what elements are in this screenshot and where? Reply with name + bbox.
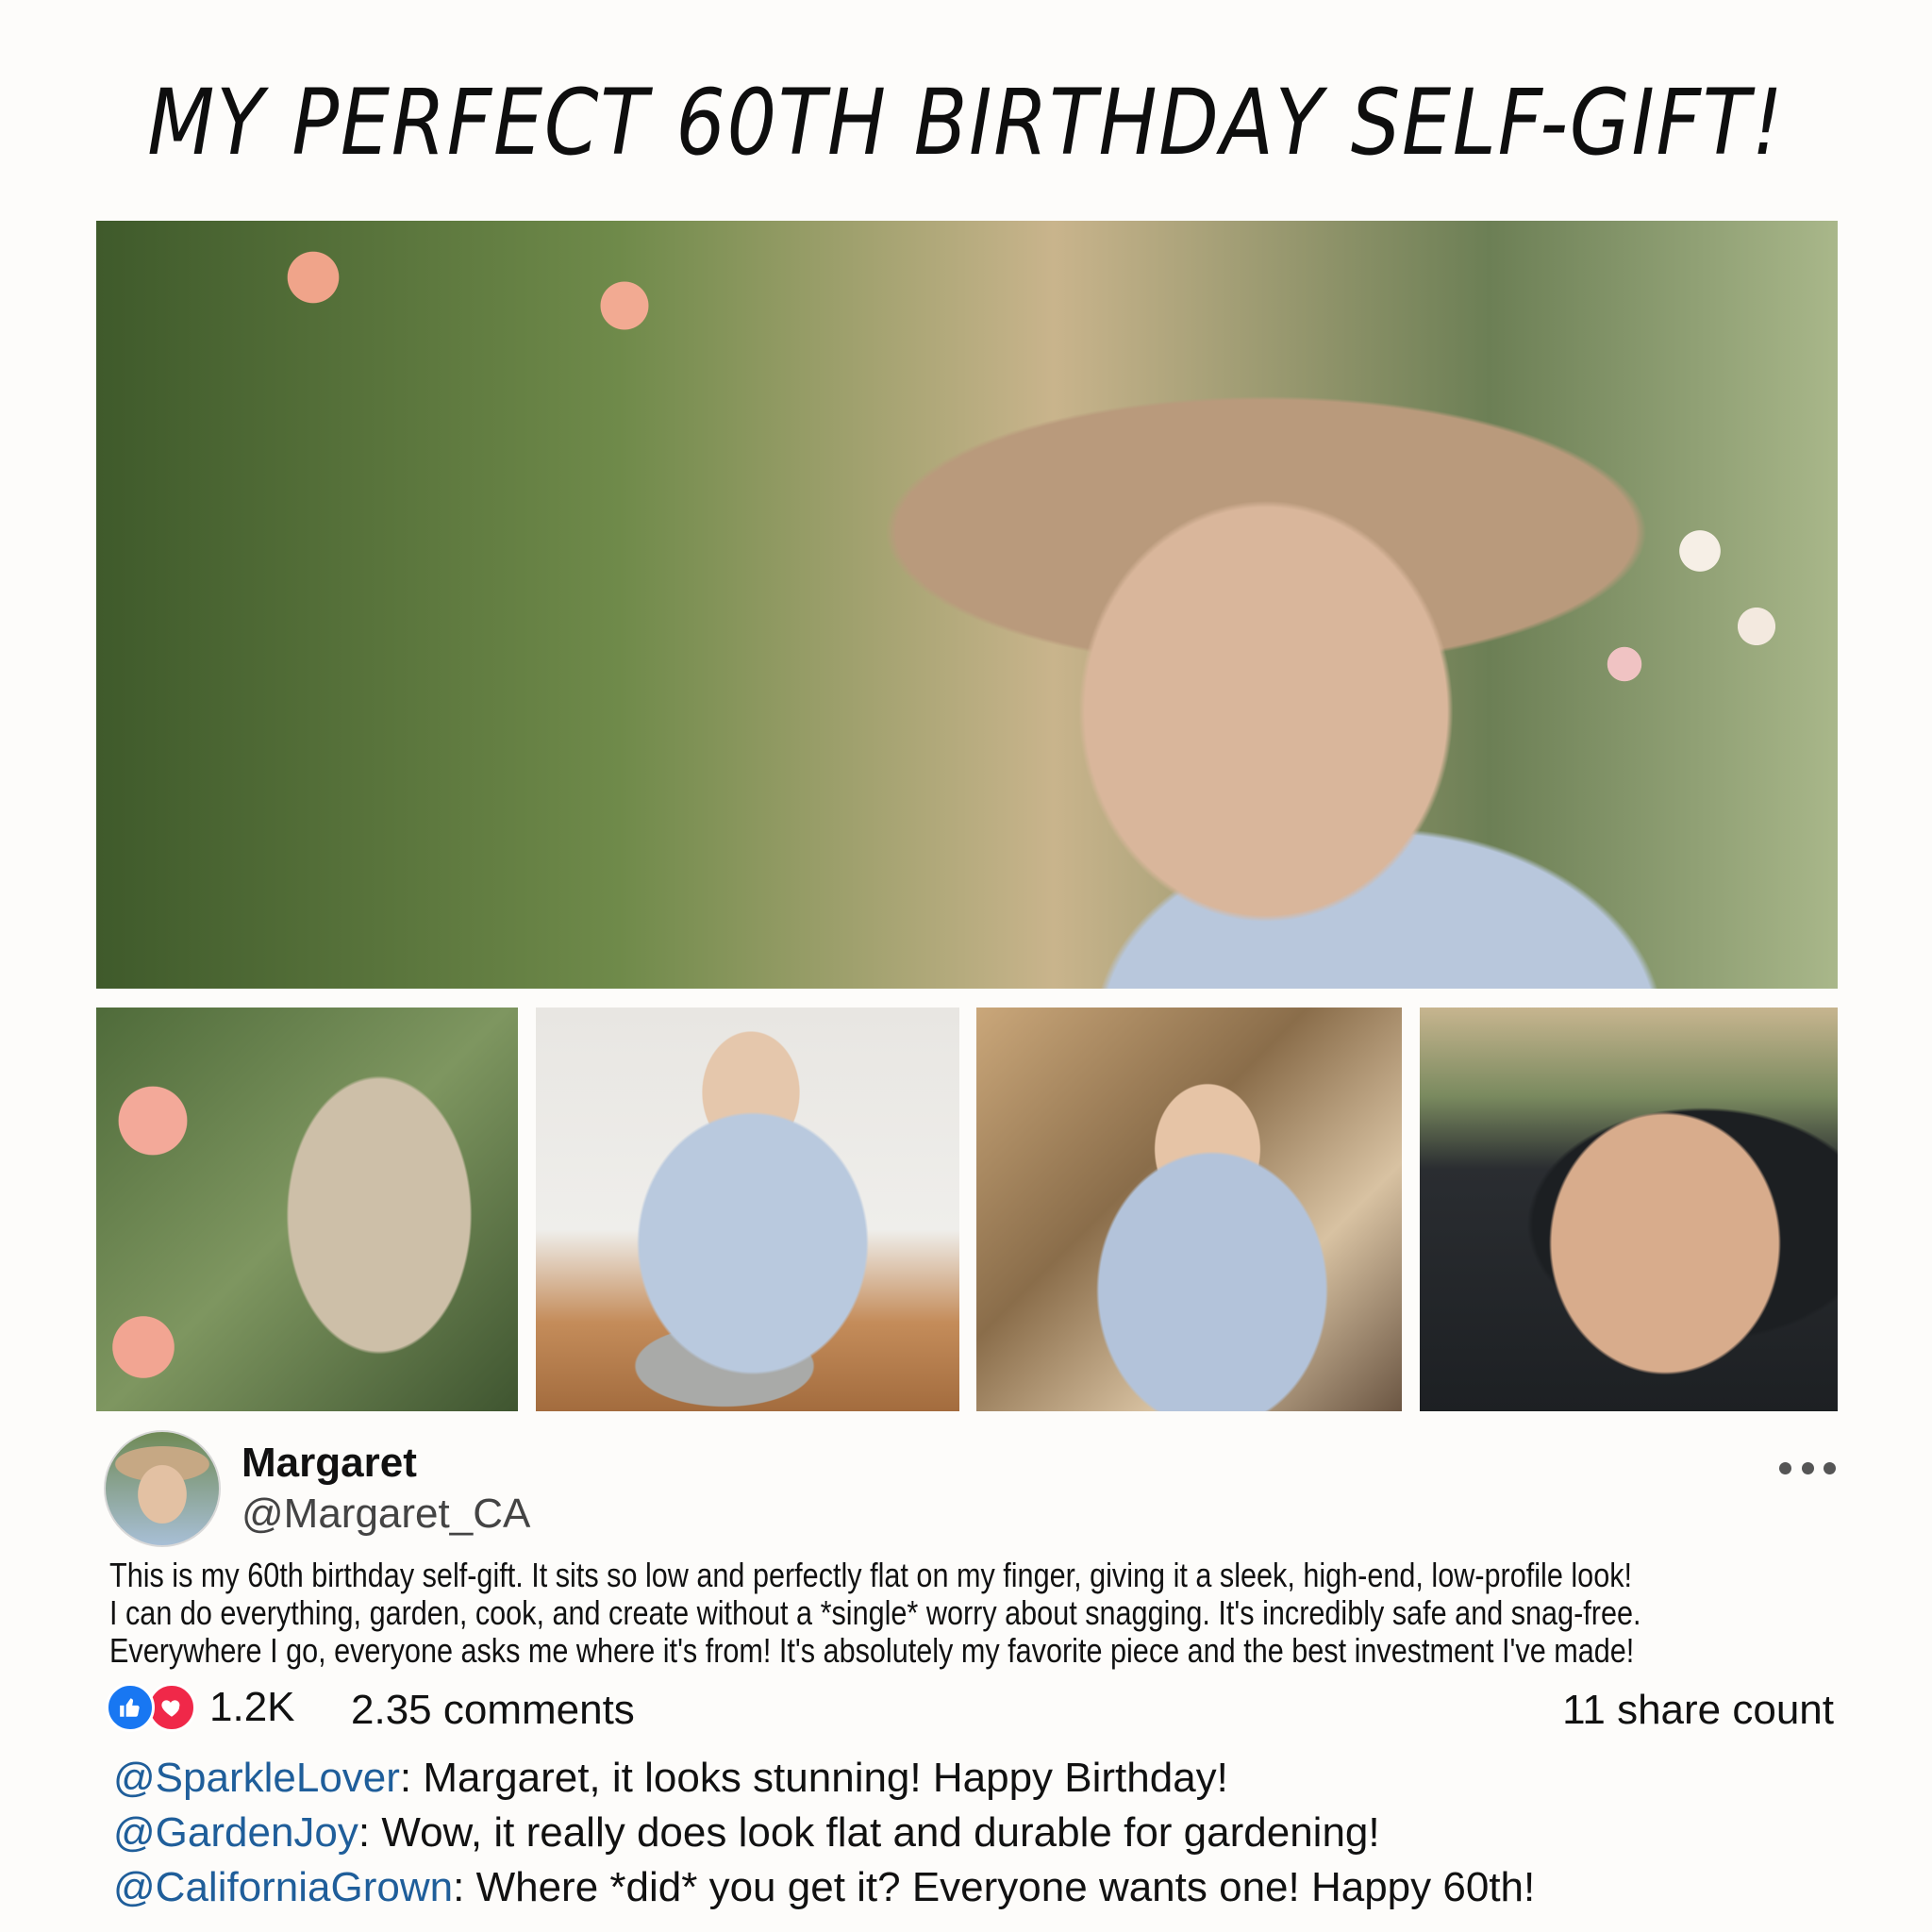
comment-handle[interactable]: @SparkleLover	[113, 1755, 400, 1801]
thumb-photo-gardening-gloves[interactable]	[96, 1008, 518, 1411]
caption-line: Everywhere I go, everyone asks me where …	[109, 1631, 1635, 1670]
caption-line: This is my 60th birthday self-gift. It s…	[109, 1556, 1633, 1594]
comment: @CaliforniaGrown: Where *did* you get it…	[113, 1860, 1535, 1915]
comments-count[interactable]: 2.35 comments	[351, 1687, 635, 1734]
thumb-photo-cafe[interactable]	[976, 1008, 1402, 1411]
likes-count: 1.2K	[209, 1684, 295, 1730]
comment-text: : Where *did* you get it? Everyone wants…	[453, 1864, 1536, 1910]
thumb-photo-cooking[interactable]	[536, 1008, 959, 1411]
thumbs-up-icon[interactable]	[106, 1683, 155, 1732]
author-handle[interactable]: @Margaret_CA	[242, 1491, 530, 1538]
comment: @SparkleLover: Margaret, it looks stunni…	[113, 1751, 1535, 1806]
comment-handle[interactable]: @CaliforniaGrown	[113, 1864, 453, 1910]
comment-handle[interactable]: @GardenJoy	[113, 1809, 358, 1856]
comments-list: @SparkleLover: Margaret, it looks stunni…	[113, 1751, 1535, 1915]
comment-text: : Margaret, it looks stunning! Happy Bir…	[399, 1755, 1228, 1801]
comment: @GardenJoy: Wow, it really does look fla…	[113, 1806, 1535, 1860]
shares-count[interactable]: 11 share count	[1562, 1687, 1834, 1734]
thumb-photo-driving[interactable]	[1420, 1008, 1838, 1411]
caption-line: I can do everything, garden, cook, and c…	[109, 1593, 1641, 1632]
more-options-icon[interactable]	[1779, 1449, 1836, 1487]
reaction-summary[interactable]: 1.2K	[106, 1681, 295, 1734]
hero-photo-gardening-selfie[interactable]	[96, 221, 1838, 989]
author-name[interactable]: Margaret	[242, 1440, 417, 1487]
avatar[interactable]	[104, 1430, 221, 1547]
post-caption: This is my 60th birthday self-gift. It s…	[109, 1556, 1641, 1670]
comment-text: : Wow, it really does look flat and dura…	[358, 1809, 1380, 1856]
page-title: MY PERFECT 60TH BIRTHDAY SELF-GIFT!	[147, 70, 1785, 175]
